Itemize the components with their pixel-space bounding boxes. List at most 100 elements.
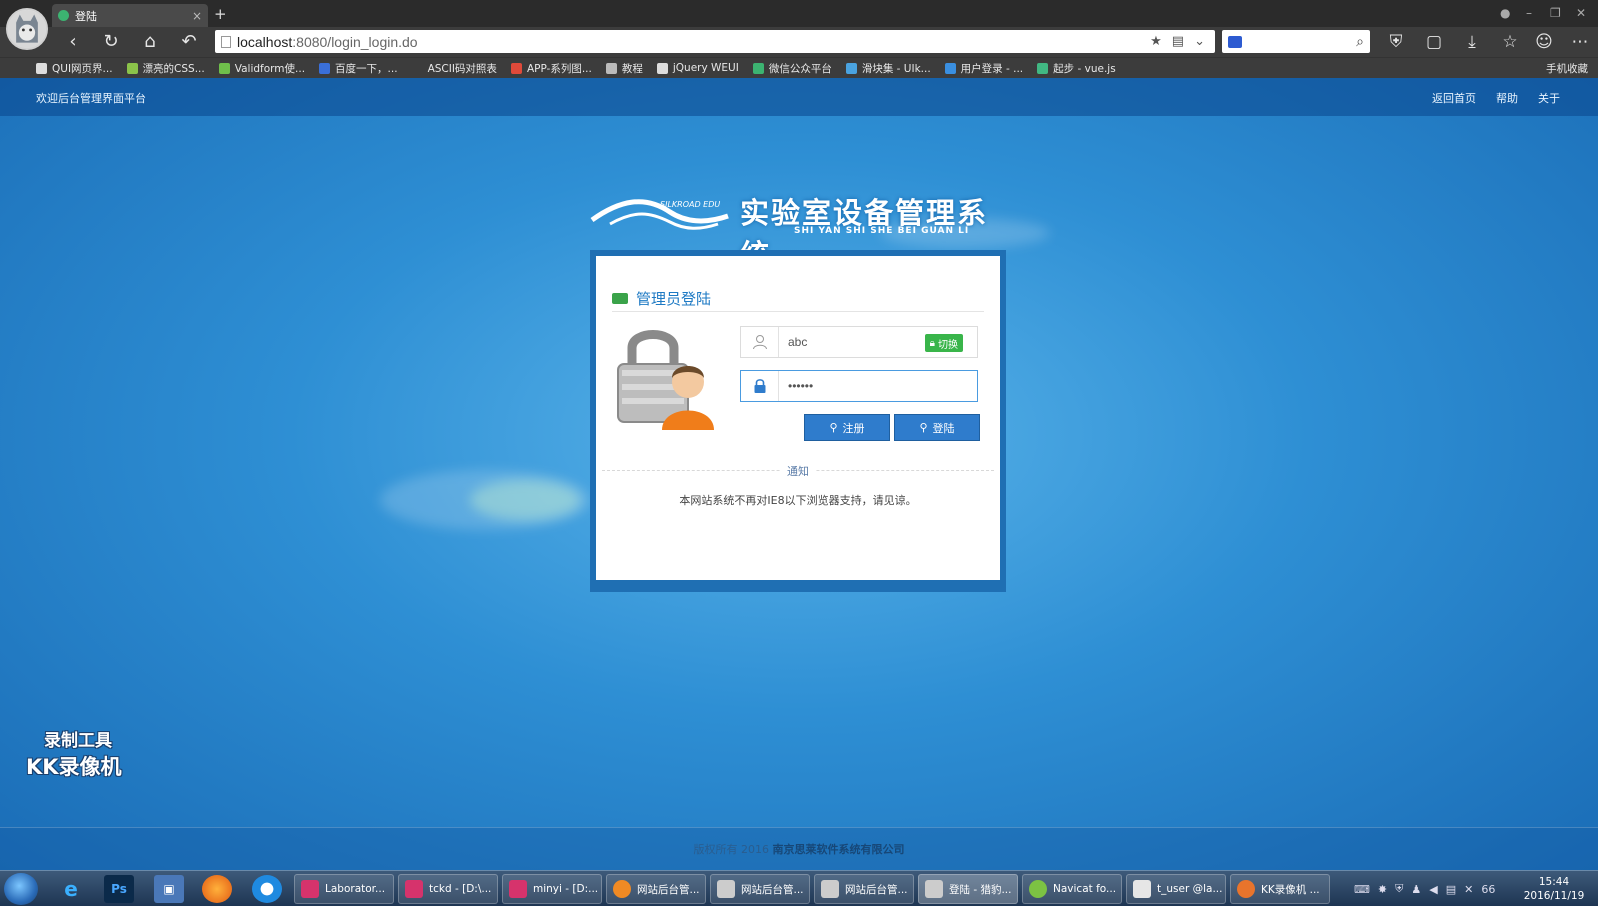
password-value: •••••• xyxy=(788,379,814,393)
mobile-bookmarks-folder[interactable]: 手机收藏 xyxy=(1546,61,1588,76)
login-button[interactable]: ⚲ 登陆 xyxy=(894,414,980,441)
undo-icon[interactable]: ↶ xyxy=(176,31,202,53)
shield-icon[interactable]: ⛨ xyxy=(1384,32,1408,52)
taskbar-item[interactable]: minyi - [D:... xyxy=(502,874,602,904)
taskbar-item[interactable]: t_user @la... xyxy=(1126,874,1226,904)
bookmark-item[interactable]: APP-系列图... xyxy=(510,61,592,76)
firefox-icon[interactable] xyxy=(202,875,232,903)
address-dropdown-icon[interactable]: ⌄ xyxy=(1194,34,1205,49)
back-icon[interactable]: ‹ xyxy=(60,31,86,53)
tab-title: 登陆 xyxy=(75,9,97,23)
background-cloud xyxy=(470,480,580,520)
taskbar-item[interactable]: 网站后台管... xyxy=(814,874,914,904)
login-label: 登陆 xyxy=(932,421,955,435)
bookmark-item[interactable]: 用户登录 - ... xyxy=(944,61,1023,76)
bookmark-item[interactable]: 百度一下，... xyxy=(319,61,398,76)
taskbar-item[interactable]: tckd - [D:\... xyxy=(398,874,498,904)
address-bar[interactable]: localhost:8080/login_login.do ★ ▤ ⌄ xyxy=(215,30,1215,53)
home-link[interactable]: 返回首页 xyxy=(1432,90,1476,106)
taskbar-item-label: Laborator... xyxy=(325,883,386,895)
bookmark-folder[interactable]: 教程 xyxy=(605,61,643,76)
switch-account-button[interactable]: 🔒︎ 切换 xyxy=(924,334,963,352)
user-tray-icon[interactable]: ♟ xyxy=(1411,883,1421,896)
taskbar-item-label: minyi - [D:... xyxy=(533,883,599,895)
window-menu-icon[interactable]: ● xyxy=(1500,6,1510,20)
taskbar-item[interactable]: Laborator... xyxy=(294,874,394,904)
security-shield-icon[interactable]: ⛨ xyxy=(1395,882,1403,896)
favorites-star-icon[interactable]: ☆ xyxy=(1498,32,1522,52)
new-tab-button[interactable]: + xyxy=(214,5,227,23)
window-close-button[interactable]: ✕ xyxy=(1576,6,1586,20)
more-menu-icon[interactable]: ⋯ xyxy=(1568,32,1592,52)
register-button[interactable]: ⚲ 注册 xyxy=(804,414,890,441)
network-icon[interactable]: ▤ xyxy=(1446,883,1456,896)
photoshop-icon[interactable]: Ps xyxy=(104,875,134,903)
bookmark-icon xyxy=(845,62,857,74)
taskbar-item[interactable]: KK录像机 ... xyxy=(1230,874,1330,904)
key-icon: ⚲ xyxy=(829,421,838,434)
bookmark-item[interactable]: ASCII码对照表 xyxy=(411,61,497,76)
bookmark-item[interactable]: 微信公众平台 xyxy=(752,61,832,76)
help-link[interactable]: 帮助 xyxy=(1496,90,1518,106)
notice-text: 本网站系统不再对IE8以下浏览器支持，请见谅。 xyxy=(679,494,917,507)
bookmark-item[interactable]: 起步 - vue.js xyxy=(1037,61,1116,76)
browser-avatar-icon[interactable] xyxy=(6,8,48,50)
window-minimize-button[interactable]: – xyxy=(1526,6,1532,20)
taskbar-item[interactable]: 网站后台管... xyxy=(710,874,810,904)
user-icon xyxy=(741,327,779,357)
bookmark-label: ASCII码对照表 xyxy=(427,62,497,75)
window-restore-button[interactable]: ❐ xyxy=(1550,6,1561,20)
browser-icon[interactable] xyxy=(252,875,282,903)
ie-icon[interactable]: e xyxy=(56,875,86,903)
watermark-line1: 录制工具 xyxy=(44,731,112,751)
start-button[interactable] xyxy=(4,873,38,905)
mute-icon[interactable]: ✕ xyxy=(1464,883,1473,896)
reload-icon[interactable]: ↻ xyxy=(98,31,124,53)
download-icon[interactable]: ⤓ xyxy=(1460,32,1484,52)
reader-mode-icon[interactable]: ▤ xyxy=(1172,34,1184,49)
about-link[interactable]: 关于 xyxy=(1538,90,1560,106)
antivirus-icon[interactable]: ✸ xyxy=(1378,883,1387,896)
username-field[interactable]: abc 🔒︎ 切换 xyxy=(740,326,978,358)
url-host: localhost xyxy=(237,33,293,50)
bookmark-item[interactable]: Validform使... xyxy=(218,61,306,76)
search-engine-icon[interactable] xyxy=(1228,35,1242,48)
recorder-watermark: 录制工具 KK录像机 xyxy=(26,726,122,781)
logo-brand: SILKROAD EDU xyxy=(660,200,721,209)
tab-close-button[interactable]: × xyxy=(192,9,202,23)
bookmark-item[interactable]: QUI网页界... xyxy=(36,61,113,76)
bookmark-star-icon[interactable]: ★ xyxy=(1150,34,1162,49)
taskbar-item-label: 网站后台管... xyxy=(637,883,700,896)
intellij-icon xyxy=(405,880,423,898)
kk-recorder-icon xyxy=(1237,880,1255,898)
taskbar-item[interactable]: 网站后台管... xyxy=(606,874,706,904)
taskbar-item[interactable]: Navicat fo... xyxy=(1022,874,1122,904)
lock-icon: 🔒︎ xyxy=(929,337,935,349)
wechat-icon xyxy=(752,62,764,74)
bookmark-item[interactable]: 漂亮的CSS... xyxy=(126,61,205,76)
intellij-icon xyxy=(509,880,527,898)
keyboard-icon[interactable]: ⌨ xyxy=(1354,883,1370,896)
bookmark-item[interactable]: jQuery WEUI xyxy=(656,62,739,74)
password-field[interactable]: •••••• xyxy=(740,370,978,402)
bookmark-label: Validform使... xyxy=(234,62,306,75)
browser-tab-active[interactable]: 登陆 × xyxy=(52,4,208,27)
login-panel: 管理员登陆 abc 🔒︎ 切换 •••••• ⚲ 注册 ⚲ 登陆 通知 本网站系… xyxy=(590,250,1006,592)
taskbar-item-active[interactable]: 登陆 - 猎豹... xyxy=(918,874,1018,904)
bookmark-icon xyxy=(36,62,47,74)
bookmark-label: jQuery WEUI xyxy=(672,62,739,74)
bag-icon[interactable]: ▢ xyxy=(1422,32,1446,52)
battery-indicator[interactable]: 66 xyxy=(1481,883,1495,896)
page-footer: 版权所有 2016 南京思莱软件系统有限公司 xyxy=(0,827,1598,870)
gamepad-icon[interactable]: ☺ xyxy=(1532,32,1556,52)
system-clock[interactable]: 15:44 2016/11/19 xyxy=(1518,875,1590,903)
bookmark-item[interactable]: 滑块集 - UIk... xyxy=(845,61,931,76)
computer-icon[interactable]: ▣ xyxy=(154,875,184,903)
padlock-icon xyxy=(741,371,779,401)
taskbar-item-label: tckd - [D:\... xyxy=(429,883,492,895)
search-box[interactable]: ⌕ xyxy=(1222,30,1370,53)
volume-icon[interactable]: ◀ xyxy=(1429,883,1437,896)
home-icon[interactable]: ⌂ xyxy=(137,31,163,53)
search-icon[interactable]: ⌕ xyxy=(1356,34,1364,50)
coffee-icon xyxy=(612,293,628,304)
